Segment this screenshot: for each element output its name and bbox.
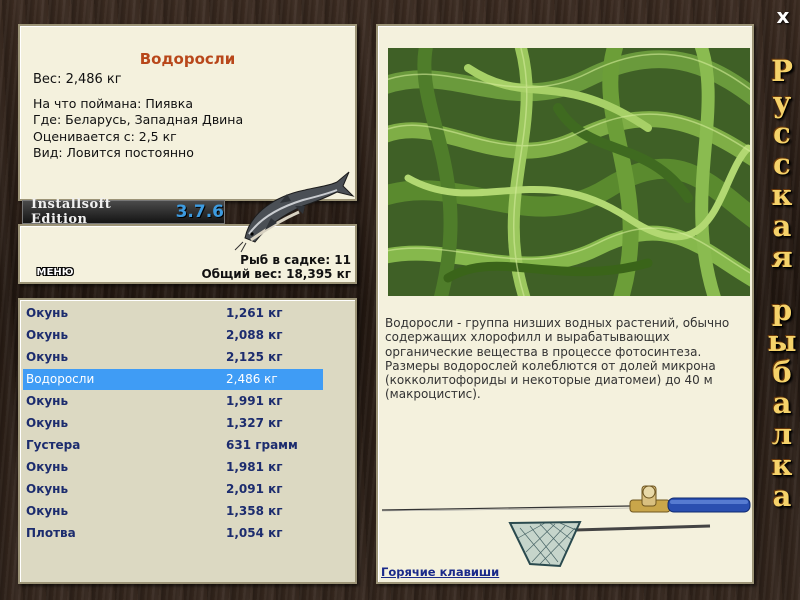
fish-list-row[interactable]: Окунь 1,261 кг [23,303,323,324]
fish-name: Окунь [26,328,69,342]
catch-place: Где: Беларусь, Западная Двина [33,112,244,128]
fish-list-row[interactable]: Окунь 1,358 кг [23,501,323,522]
fish-weight: 2,091 кг [226,482,283,496]
fish-name: Окунь [26,416,69,430]
fish-name: Окунь [26,394,69,408]
side-title-letter [766,273,798,295]
fish-list-row[interactable]: Плотва 1,054 кг [23,523,323,544]
side-title-letter: к [771,178,793,212]
close-button[interactable]: x [771,4,795,28]
side-title-letter: а [772,386,792,420]
fish-count: Рыб в садке: 11 [240,253,351,267]
side-title-letter: а [772,209,792,243]
fish-name: Окунь [26,350,69,364]
fish-weight: 1,358 кг [226,504,283,518]
catch-bait: На что поймана: Пиявка [33,96,193,111]
fishing-rod-icon [381,485,751,568]
side-title-letter: р [771,293,793,327]
side-title: Русская рыбалка [766,56,798,512]
catch-value: Оценивается с: 2,5 кг [33,128,177,144]
edition-version: 3.7.6 [175,202,224,222]
fish-list-row[interactable]: Окунь 1,981 кг [23,457,323,478]
edition-badge: Installsoft Edition 3.7.6 [22,197,225,227]
catch-details: На что поймана: Пиявка Где: Беларусь, За… [33,96,243,162]
fish-list-row[interactable]: Водоросли 2,486 кг [23,369,323,390]
fish-name: Окунь [26,460,69,474]
side-title-letter: к [771,448,793,482]
fish-weight: 2,125 кг [226,350,283,364]
fish-name: Окунь [26,504,69,518]
fish-weight: 2,486 кг [226,372,278,386]
hotkeys-link[interactable]: Горячие клавиши [381,565,499,579]
fish-weight: 1,991 кг [226,394,283,408]
fish-weight: 1,327 кг [226,416,283,430]
fish-list: Окунь 1,261 кг Окунь 2,088 кг Окунь 2,125 кг В… [18,298,357,584]
side-title-letter: с [773,147,791,181]
fish-name: Плотва [26,526,76,540]
fish-name: Водоросли [26,372,95,386]
side-title-letter: у [772,85,792,119]
edition-text: Installsoft Edition [31,197,112,227]
sturgeon-icon [234,171,355,253]
fish-list-row[interactable]: Густера 631 грамм [23,435,323,456]
catch-kind: Вид: Ловится постоянно [33,145,194,161]
seaweed-photo [388,48,750,296]
side-title-letter: с [773,116,791,150]
menu-button[interactable]: МЕНЮ [32,265,78,281]
fish-name: Окунь [26,306,69,320]
fish-weight: 1,981 кг [226,460,283,474]
fish-name: Окунь [26,482,69,496]
catch-title: Водоросли [139,50,236,68]
fish-weight: 1,054 кг [226,526,283,540]
fish-list-row[interactable]: Окунь 2,125 кг [23,347,323,368]
fish-list-row[interactable]: Окунь 1,991 кг [23,391,323,412]
fish-weight: 1,261 кг [226,306,283,320]
fish-name: Густера [26,438,81,452]
side-title-letter: л [771,417,793,451]
catch-description: Водоросли - группа низших водных растени… [385,316,730,402]
side-title-letter: а [772,479,792,513]
fish-weight: 2,088 кг [226,328,283,342]
side-title-letter: ы [767,324,797,358]
side-title-letter: я [771,240,793,274]
fish-list-row[interactable]: Окунь 2,088 кг [23,325,323,346]
total-weight: Общий вес: 18,395 кг [201,267,351,281]
fish-list-row[interactable]: Окунь 2,091 кг [23,479,323,500]
side-title-letter: Р [771,54,793,88]
catch-weight: Вес: 2,486 кг [33,72,122,87]
fish-list-row[interactable]: Окунь 1,327 кг [23,413,323,434]
fish-weight: 631 грамм [226,438,298,452]
side-title-letter: б [772,355,792,389]
